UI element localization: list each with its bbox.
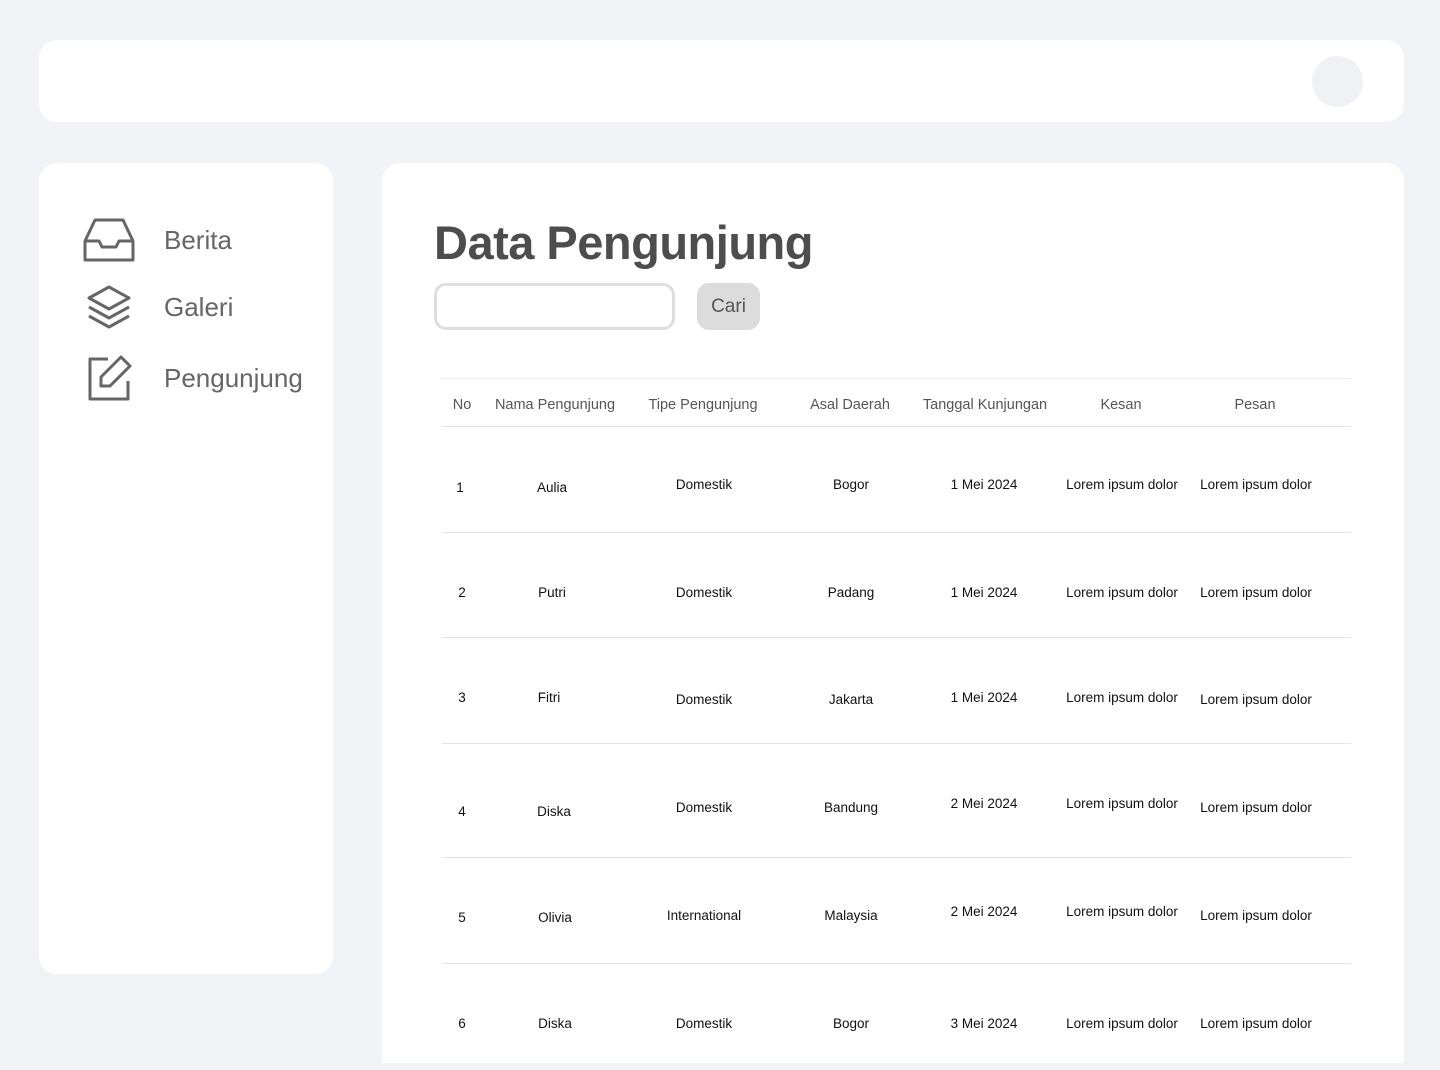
column-header: Asal Daerah: [810, 397, 890, 413]
table-cell: 5: [458, 910, 466, 925]
table-cell: Bogor: [832, 477, 870, 492]
table-cell: Lorem ipsum dolor: [1066, 904, 1178, 919]
table-row: 6 Diska Domestik Bogor 3 Mei 2024 Lorem …: [442, 964, 1351, 1070]
table-cell: International: [666, 908, 742, 923]
column-header: Tipe Pengunjung: [648, 397, 758, 413]
table-cell: Domestik: [675, 477, 733, 492]
table-cell: Jakarta: [828, 692, 874, 707]
table-cell: Aulia: [536, 480, 568, 495]
top-bar: [39, 40, 1404, 122]
sidebar: Berita Galeri Pengunjung: [39, 163, 333, 974]
sidebar-item-label: Galeri: [164, 291, 234, 322]
table-cell: 2: [458, 585, 466, 600]
table-cell: 1 Mei 2024: [950, 585, 1018, 600]
table-cell: Olivia: [538, 910, 572, 925]
table-row: 3 Fitri Domestik Jakarta 1 Mei 2024 Lore…: [442, 638, 1351, 744]
table-cell: Lorem ipsum dolor: [1200, 477, 1312, 492]
table-cell: Lorem ipsum dolor: [1200, 692, 1312, 707]
table-cell: Lorem ipsum dolor: [1200, 800, 1312, 815]
sidebar-item-galeri[interactable]: Galeri: [83, 281, 233, 333]
table-cell: 1 Mei 2024: [950, 690, 1018, 705]
table-row: 2 Putri Domestik Padang 1 Mei 2024 Lorem…: [442, 533, 1351, 638]
search-button[interactable]: Cari: [697, 283, 760, 330]
table-cell: Fitri: [537, 690, 561, 705]
table-cell: Domestik: [675, 800, 733, 815]
table-cell: Malaysia: [824, 908, 878, 923]
sidebar-item-berita[interactable]: Berita: [83, 214, 232, 266]
table-cell: Domestik: [675, 585, 733, 600]
column-header: Tanggal Kunjungan: [922, 397, 1048, 413]
table-cell: 1 Mei 2024: [950, 477, 1018, 492]
table-row: 4 Diska Domestik Bandung 2 Mei 2024 Lore…: [442, 744, 1351, 858]
table-cell: Lorem ipsum dolor: [1066, 477, 1178, 492]
table-cell: Putri: [538, 585, 566, 600]
sidebar-item-pengunjung[interactable]: Pengunjung: [83, 352, 303, 404]
page-title: Data Pengunjung: [434, 216, 813, 269]
edit-icon: [83, 352, 135, 404]
inbox-icon: [83, 214, 135, 266]
table-cell: Lorem ipsum dolor: [1200, 585, 1312, 600]
search-input[interactable]: [434, 283, 675, 330]
table-row: 5 Olivia International Malaysia 2 Mei 20…: [442, 858, 1351, 964]
layers-icon: [83, 281, 135, 333]
table-row: 1 Aulia Domestik Bogor 1 Mei 2024 Lorem …: [442, 427, 1351, 533]
table-cell: Lorem ipsum dolor: [1066, 585, 1178, 600]
table-cell: Bandung: [823, 800, 879, 815]
table-cell: Diska: [537, 804, 571, 819]
column-header: No: [452, 397, 472, 413]
table-cell: Lorem ipsum dolor: [1066, 690, 1178, 705]
table-cell: Lorem ipsum dolor: [1066, 796, 1178, 811]
column-header: Kesan: [1100, 397, 1142, 413]
sidebar-item-label: Berita: [164, 224, 232, 255]
column-header: Nama Pengunjung: [494, 397, 616, 413]
table-cell: 2 Mei 2024: [950, 904, 1018, 919]
visitor-table: No Nama Pengunjung Tipe Pengunjung Asal …: [442, 378, 1351, 1070]
table-cell: 1: [456, 480, 464, 495]
table-header: No Nama Pengunjung Tipe Pengunjung Asal …: [442, 378, 1351, 427]
table-cell: 4: [458, 804, 466, 819]
table-cell: Padang: [827, 585, 875, 600]
sidebar-item-label: Pengunjung: [164, 362, 303, 393]
main-panel: Data Pengunjung Cari No Nama Pengunjung …: [382, 163, 1404, 1063]
table-cell: 2 Mei 2024: [950, 796, 1018, 811]
avatar[interactable]: [1312, 56, 1363, 107]
table-cell: 3: [458, 690, 466, 705]
table-cell: Domestik: [675, 692, 733, 707]
table-cell: Lorem ipsum dolor: [1200, 908, 1312, 923]
column-header: Pesan: [1234, 397, 1276, 413]
